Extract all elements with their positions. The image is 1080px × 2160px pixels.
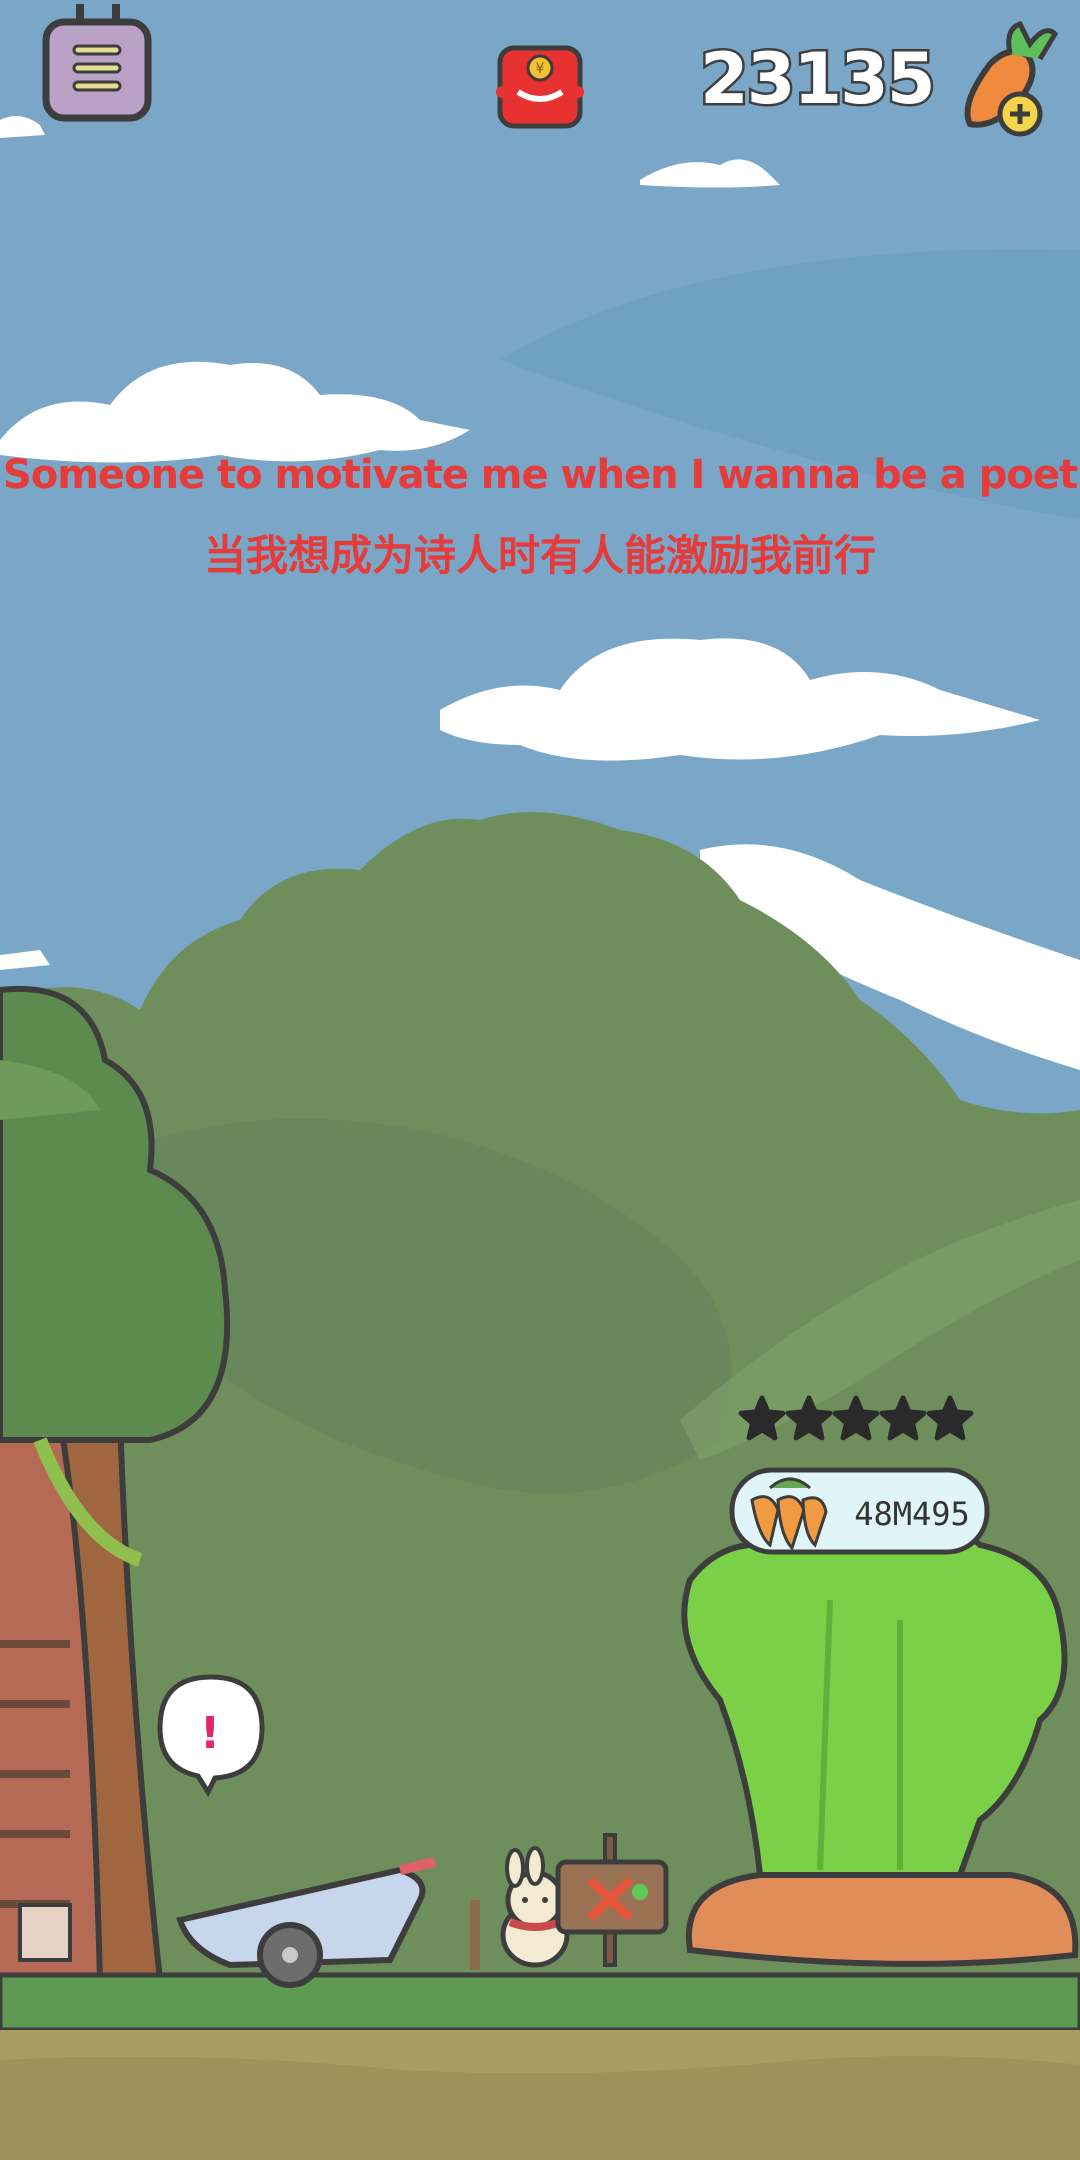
carrot-yield-badge: 48M495 [729, 1467, 990, 1555]
alert-mark: ! [200, 1708, 220, 1759]
carrot-score: 23135 [698, 36, 939, 123]
caption-chinese: 当我想成为诗人时有人能激励我前行 [203, 531, 876, 580]
caption-english: Someone to motivate me when I wanna be a… [2, 452, 1078, 498]
menu-button[interactable] [40, 0, 156, 126]
svg-text:¥: ¥ [536, 61, 545, 77]
red-packet-button[interactable]: ¥ [492, 40, 588, 136]
wooden-stake [470, 1900, 480, 1970]
grass-strip [0, 1972, 1080, 2033]
game-scene: ! 48M495 [0, 0, 1080, 2160]
giant-carrot-plant[interactable] [681, 1517, 1079, 1967]
carrot-count: 48M495 [854, 1495, 970, 1533]
add-carrots-button[interactable] [950, 14, 1060, 144]
